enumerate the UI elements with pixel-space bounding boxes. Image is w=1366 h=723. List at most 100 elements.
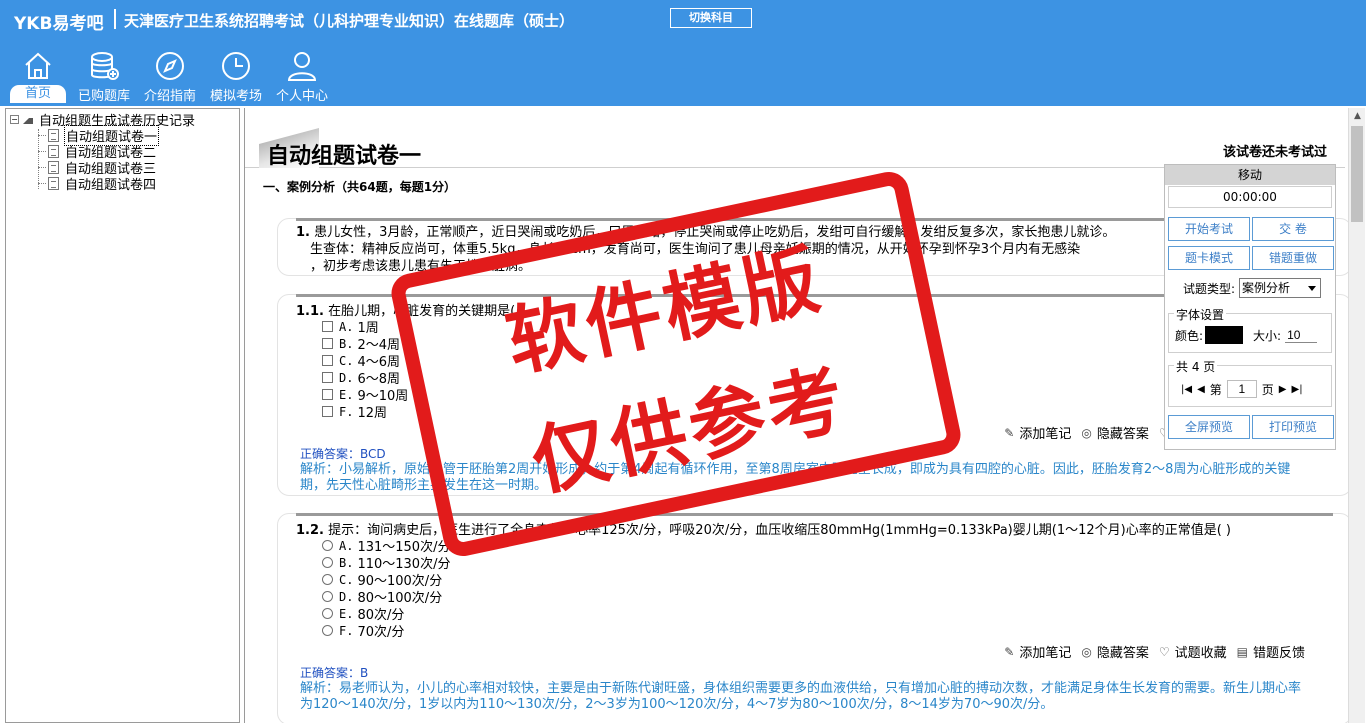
switch-subject-button[interactable]: 切换科目 bbox=[670, 8, 752, 28]
exam-status: 该试卷还未考试过 bbox=[1223, 145, 1328, 160]
eye-slash-icon: ◎ bbox=[1081, 425, 1092, 440]
scroll-up-icon[interactable]: ▲ bbox=[1349, 108, 1366, 125]
nav-guide-label: 介绍指南 bbox=[143, 89, 196, 104]
question-stem: 1.1. 在胎儿期，心脏发育的关键期是( ) bbox=[296, 300, 524, 319]
exam-timer: 00:00:00 bbox=[1168, 186, 1332, 208]
answer-analysis: 解析：易老师认为，小儿的心率相对较快，主要是由于新陈代谢旺盛，身体组织需要更多的… bbox=[300, 681, 1302, 712]
checkbox[interactable] bbox=[322, 355, 333, 366]
nav-mock-exam[interactable]: 模拟考场 bbox=[204, 48, 268, 104]
checkbox[interactable] bbox=[322, 338, 333, 349]
radio[interactable] bbox=[322, 540, 333, 551]
fullscreen-preview-button[interactable]: 全屏预览 bbox=[1168, 415, 1250, 439]
favorite-button[interactable]: ♡试题收藏 bbox=[1159, 642, 1227, 662]
option-b[interactable]: B. 2～4周 bbox=[322, 335, 408, 353]
checkbox[interactable] bbox=[322, 406, 333, 417]
option-b[interactable]: B. 110～130次/分 bbox=[322, 554, 450, 572]
card-mode-button[interactable]: 题卡模式 bbox=[1168, 246, 1250, 270]
tree-item-label: 自动组题试卷四 bbox=[65, 177, 157, 193]
font-size-input[interactable] bbox=[1285, 327, 1318, 343]
user-icon bbox=[287, 52, 317, 81]
radio[interactable] bbox=[322, 625, 333, 636]
site-logo[interactable]: YKB易考吧 bbox=[14, 9, 103, 34]
question-text: 提示：询问病史后，医生进行了全身查体：心率125次/分，呼吸20次/分，血压收缩… bbox=[328, 523, 1231, 538]
feedback-icon: ▤ bbox=[1236, 644, 1248, 659]
nav-purchased-label: 已购题库 bbox=[77, 89, 130, 104]
option-a[interactable]: A. 131～150次/分 bbox=[322, 537, 450, 555]
option-c[interactable]: C. 90～100次/分 bbox=[322, 571, 450, 589]
correct-answer: 正确答案：B bbox=[300, 666, 369, 680]
last-page-icon[interactable]: ▶| bbox=[1292, 384, 1303, 395]
logo-divider bbox=[114, 9, 116, 29]
page-suffix: 页 bbox=[1261, 382, 1274, 397]
first-page-icon[interactable]: |◀ bbox=[1181, 384, 1192, 395]
option-c[interactable]: C. 4～6周 bbox=[322, 352, 408, 370]
document-icon bbox=[48, 128, 59, 142]
start-exam-button[interactable]: 开始考试 bbox=[1168, 217, 1250, 241]
radio[interactable] bbox=[322, 608, 333, 619]
case-number: 1. bbox=[296, 225, 310, 240]
page-title: 天津医疗卫生系统招聘考试（儿科护理专业知识）在线题库（硕士） bbox=[124, 12, 575, 30]
option-d[interactable]: D. 80～100次/分 bbox=[322, 588, 450, 606]
question-number: 1.1. bbox=[296, 304, 324, 319]
exam-control-panel: 移动 00:00:00 开始考试 交 卷 题卡模式 错题重做 试题类型: 案例分… bbox=[1164, 164, 1336, 450]
vertical-scrollbar[interactable]: ▲ bbox=[1348, 108, 1365, 723]
correct-answer: 正确答案：BCD bbox=[300, 447, 386, 461]
case-line-2: 生查体：精神反应尚可，体重5.5kg，身长61cm，发育尚可，医生询问了患儿母亲… bbox=[310, 242, 1081, 257]
font-color-label: 颜色: bbox=[1175, 328, 1204, 343]
radio[interactable] bbox=[322, 557, 333, 568]
panel-move-handle[interactable]: 移动 bbox=[1165, 165, 1335, 185]
option-list: A. 131～150次/分 B. 110～130次/分 C. 90～100次/分 D.… bbox=[322, 537, 450, 640]
option-f[interactable]: F. 70次/分 bbox=[322, 622, 450, 640]
radio[interactable] bbox=[322, 574, 333, 585]
option-a[interactable]: A. 1周 bbox=[322, 318, 408, 336]
history-tree-panel: − 自动组题生成试卷历史记录 自动组题试卷一 自动组题试卷二 自动组题试卷三 自… bbox=[5, 108, 240, 723]
nav-profile-label: 个人中心 bbox=[275, 89, 328, 104]
pencil-icon: ✎ bbox=[1004, 425, 1015, 440]
option-list: A. 1周 B. 2～4周 C. 4～6周 D. 6～8周 E. 9～10周 F. 12周 bbox=[322, 318, 408, 421]
font-settings: 字体设置 颜色: 大小: bbox=[1168, 306, 1332, 353]
add-note-button[interactable]: ✎ 添加笔记 bbox=[1004, 642, 1071, 662]
hide-answer-button[interactable]: ◎ 隐藏答案 bbox=[1081, 642, 1149, 662]
option-e[interactable]: E. 9～10周 bbox=[322, 386, 408, 404]
database-icon bbox=[91, 52, 119, 80]
document-icon bbox=[48, 144, 59, 158]
radio[interactable] bbox=[322, 591, 333, 602]
feedback-button[interactable]: ▤错题反馈 bbox=[1236, 642, 1305, 662]
option-e[interactable]: E. 80次/分 bbox=[322, 605, 450, 623]
clock-icon bbox=[222, 52, 250, 80]
nav-home[interactable]: 首页 bbox=[6, 48, 70, 104]
paper-header: 自动组题试卷一 该试卷还未考试过 bbox=[245, 108, 1345, 169]
font-settings-legend: 字体设置 bbox=[1174, 306, 1227, 323]
nav-purchased[interactable]: 已购题库 bbox=[72, 48, 136, 104]
checkbox[interactable] bbox=[322, 389, 333, 400]
option-f[interactable]: F. 12周 bbox=[322, 403, 408, 421]
pagination: 共 4 页 |◀ ◀ 第 页 ▶ ▶| bbox=[1168, 358, 1332, 407]
question-1-2: 1.2. 提示：询问病史后，医生进行了全身查体：心率125次/分，呼吸20次/分… bbox=[277, 513, 1352, 723]
nav-profile[interactable]: 个人中心 bbox=[270, 48, 334, 104]
checkbox[interactable] bbox=[322, 321, 333, 332]
nav-guide[interactable]: 介绍指南 bbox=[138, 48, 202, 104]
font-color-swatch[interactable] bbox=[1205, 326, 1244, 344]
compass-icon bbox=[156, 52, 184, 80]
tree-item-paper-4[interactable]: 自动组题试卷四 bbox=[38, 175, 157, 193]
main-nav: 首页 已购题库 介绍指南 模拟考场 个人中心 bbox=[6, 48, 336, 104]
nav-mock-exam-label: 模拟考场 bbox=[209, 89, 262, 104]
nav-home-label: 首页 bbox=[10, 85, 66, 103]
checkbox[interactable] bbox=[322, 372, 333, 383]
hide-answer-button[interactable]: ◎ 隐藏答案 bbox=[1081, 423, 1149, 443]
scrollbar-thumb[interactable] bbox=[1351, 126, 1363, 222]
folder-icon bbox=[23, 114, 33, 124]
question-type-select[interactable]: 案例分析 bbox=[1239, 278, 1322, 298]
question-toolbar: ✎添加笔记 ◎隐藏答案 ♡试题收藏 ▤错题反馈 bbox=[1004, 642, 1305, 662]
page-number-input[interactable] bbox=[1226, 380, 1257, 398]
case-line-3: ，初步考虑该患儿患有先天性心脏病。 bbox=[310, 259, 532, 274]
option-d[interactable]: D. 6～8周 bbox=[322, 369, 408, 387]
collapse-icon[interactable]: − bbox=[10, 114, 19, 124]
case-line-1: 患儿女性，3月龄，正常顺产，近日哭闹或吃奶后，口周发绀，停止哭闹或停止吃奶后，发… bbox=[314, 225, 1116, 240]
submit-exam-button[interactable]: 交 卷 bbox=[1252, 217, 1334, 241]
prev-page-icon[interactable]: ◀ bbox=[1197, 384, 1205, 395]
redo-wrong-button[interactable]: 错题重做 bbox=[1252, 246, 1334, 270]
add-note-button[interactable]: ✎ 添加笔记 bbox=[1004, 423, 1071, 443]
next-page-icon[interactable]: ▶ bbox=[1279, 384, 1287, 395]
print-preview-button[interactable]: 打印预览 bbox=[1252, 415, 1334, 439]
